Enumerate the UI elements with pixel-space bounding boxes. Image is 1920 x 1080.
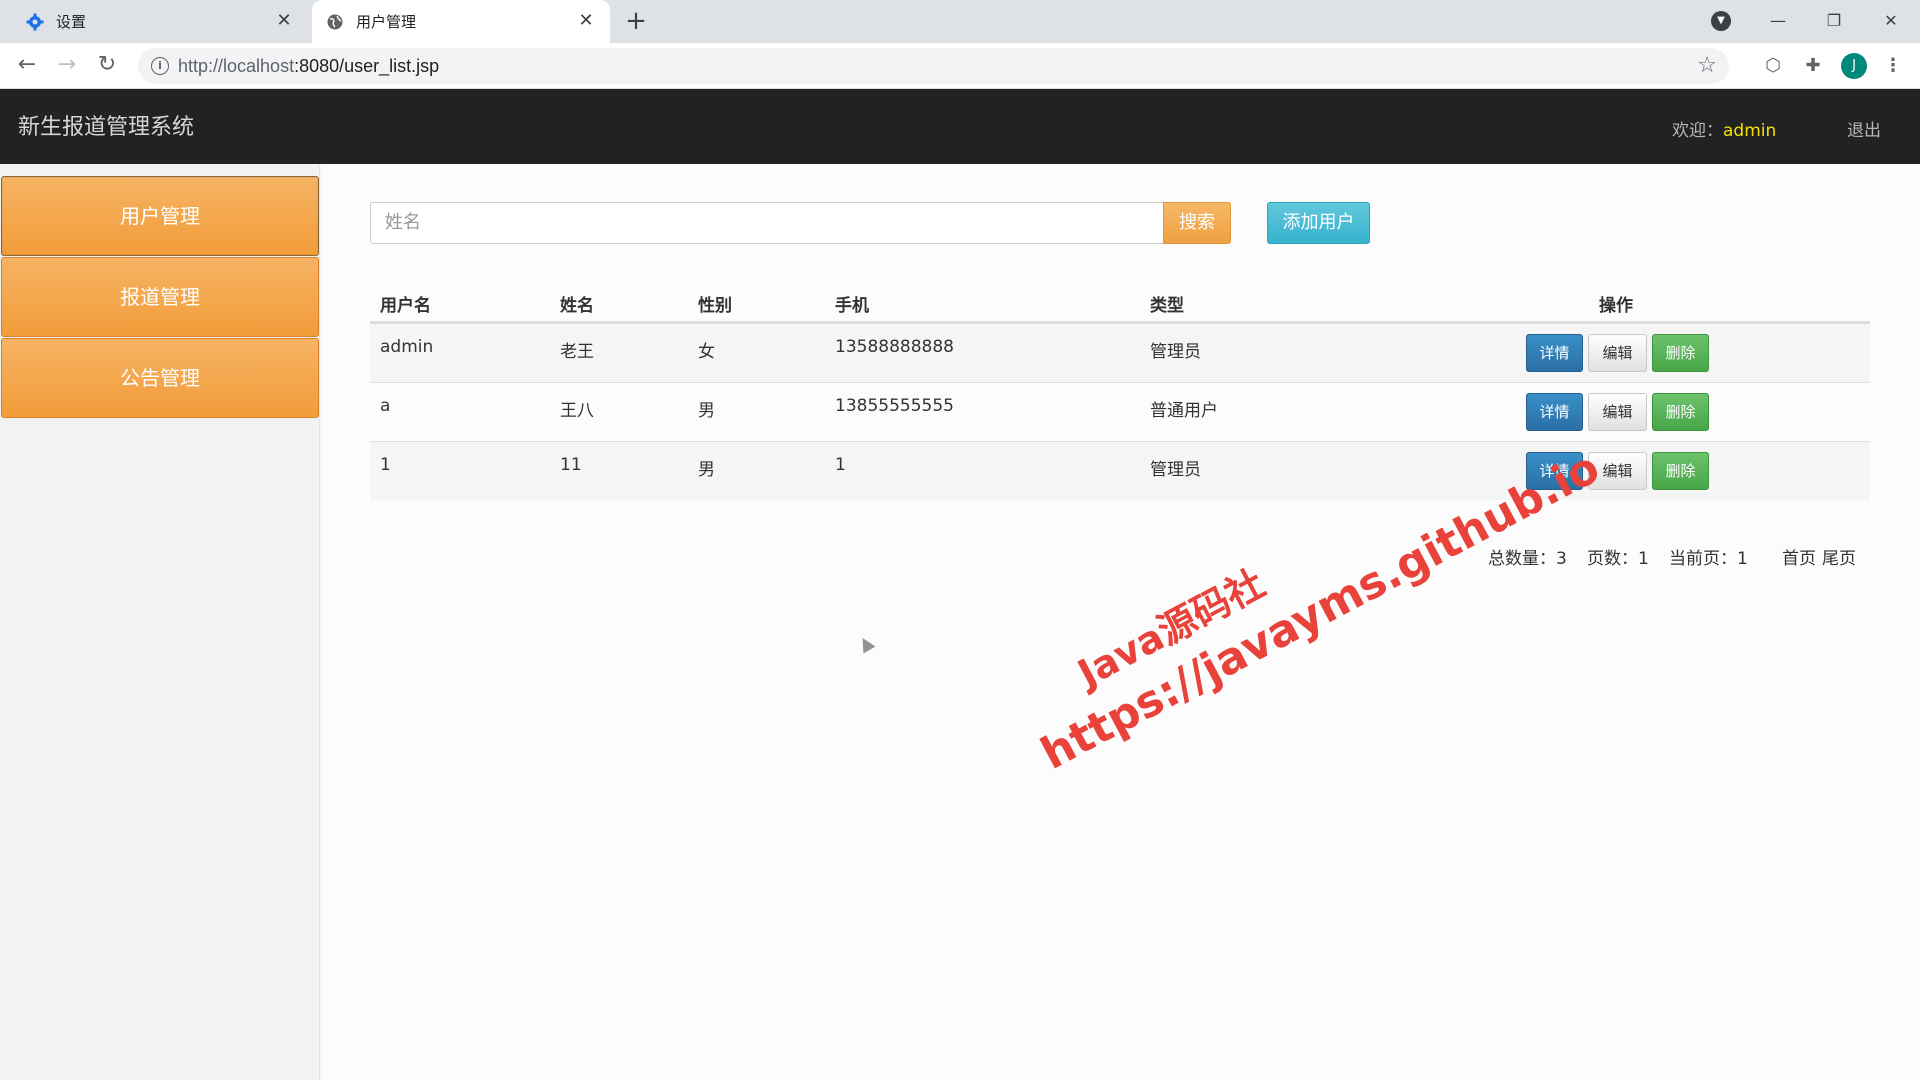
cell-username: admin xyxy=(380,337,434,357)
browser-toolbar: ← → ↻ i http://localhost:8080/user_list.… xyxy=(0,43,1920,89)
detail-button[interactable]: 详情 xyxy=(1526,452,1583,490)
search-button[interactable]: 搜索 xyxy=(1163,202,1231,244)
edit-button[interactable]: 编辑 xyxy=(1588,334,1647,372)
total-count: 总数量：3 xyxy=(1488,549,1567,569)
puzzle-icon[interactable]: ✚ xyxy=(1801,54,1825,78)
avatar[interactable]: J xyxy=(1841,53,1867,79)
table-row: a 王八 男 13855555555 普通用户 详情 编辑 删除 xyxy=(370,382,1870,441)
column-header-username: 用户名 xyxy=(380,296,431,316)
sidebar-item-notice-management[interactable]: 公告管理 xyxy=(1,338,319,418)
cell-gender: 女 xyxy=(698,342,715,362)
sidebar-item-report-management[interactable]: 报道管理 xyxy=(1,257,319,337)
menu-dots-icon[interactable]: ⋮ xyxy=(1881,54,1905,78)
user-table: 用户名 姓名 性别 手机 类型 操作 admin 老王 女 1358888888… xyxy=(370,280,1870,500)
cell-type: 管理员 xyxy=(1150,342,1201,362)
reload-icon[interactable]: ↻ xyxy=(92,51,122,81)
current-page: 当前页：1 xyxy=(1669,549,1748,569)
detail-button[interactable]: 详情 xyxy=(1526,393,1583,431)
main-content: 姓名 搜索 添加用户 用户名 姓名 性别 手机 类型 操作 admin 老王 女… xyxy=(321,164,1920,1080)
cell-type: 普通用户 xyxy=(1150,401,1218,421)
sidebar: 用户管理 报道管理 公告管理 xyxy=(0,164,320,1080)
cell-gender: 男 xyxy=(698,401,715,421)
back-icon[interactable]: ← xyxy=(12,51,42,81)
welcome-text: 欢迎：admin xyxy=(1672,121,1777,141)
cell-phone: 13855555555 xyxy=(835,396,954,416)
cell-phone: 13588888888 xyxy=(835,337,954,357)
tab-settings[interactable]: 设置 ✕ xyxy=(0,0,308,43)
delete-button[interactable]: 删除 xyxy=(1652,334,1709,372)
table-header: 用户名 姓名 性别 手机 类型 操作 xyxy=(370,280,1870,323)
new-tab-button[interactable]: + xyxy=(622,8,650,36)
close-icon[interactable]: ✕ xyxy=(274,11,294,31)
add-user-button[interactable]: 添加用户 xyxy=(1267,202,1370,244)
url-text: http://localhost:8080/user_list.jsp xyxy=(178,56,440,76)
page-count: 页数：1 xyxy=(1587,549,1649,569)
info-icon[interactable]: i xyxy=(151,57,169,75)
extension-hex-icon[interactable]: ⬡ xyxy=(1761,54,1785,78)
tab-title: 设置 xyxy=(56,13,87,31)
cell-name: 11 xyxy=(560,455,582,475)
last-page-link[interactable]: 尾页 xyxy=(1822,544,1856,569)
window-close-icon[interactable]: ✕ xyxy=(1876,6,1906,36)
minimize-icon[interactable]: — xyxy=(1763,6,1793,36)
column-header-type: 类型 xyxy=(1150,296,1184,316)
sidebar-item-user-management[interactable]: 用户管理 xyxy=(1,176,319,256)
close-icon[interactable]: ✕ xyxy=(576,11,596,31)
logout-link[interactable]: 退出 xyxy=(1847,116,1881,141)
cell-username: 1 xyxy=(380,455,391,475)
tab-search-icon[interactable]: ▼ xyxy=(1711,11,1731,31)
globe-icon xyxy=(326,13,344,31)
current-username: admin xyxy=(1723,121,1777,141)
brand-title: 新生报道管理系统 xyxy=(18,115,195,140)
cell-name: 王八 xyxy=(560,401,594,421)
detail-button[interactable]: 详情 xyxy=(1526,334,1583,372)
restore-icon[interactable]: ❐ xyxy=(1819,6,1849,36)
table-row: 1 11 男 1 管理员 详情 编辑 删除 xyxy=(370,441,1870,500)
cell-name: 老王 xyxy=(560,342,594,362)
column-header-gender: 性别 xyxy=(698,296,732,316)
delete-button[interactable]: 删除 xyxy=(1652,393,1709,431)
delete-button[interactable]: 删除 xyxy=(1652,452,1709,490)
gear-icon xyxy=(26,13,44,31)
cell-type: 管理员 xyxy=(1150,460,1201,480)
column-header-phone: 手机 xyxy=(835,296,869,316)
address-bar[interactable]: i http://localhost:8080/user_list.jsp ☆ xyxy=(138,48,1729,84)
table-row: admin 老王 女 13588888888 管理员 详情 编辑 删除 xyxy=(370,323,1870,382)
tab-user-management[interactable]: 用户管理 ✕ xyxy=(312,0,610,43)
bookmark-star-icon[interactable]: ☆ xyxy=(1697,53,1717,78)
browser-tabstrip: 设置 ✕ 用户管理 ✕ + ▼ — ❐ ✕ xyxy=(0,0,1920,43)
mouse-cursor-icon xyxy=(856,634,876,654)
edit-button[interactable]: 编辑 xyxy=(1588,393,1647,431)
cell-gender: 男 xyxy=(698,460,715,480)
column-header-name: 姓名 xyxy=(560,296,594,316)
tab-title: 用户管理 xyxy=(356,13,417,31)
column-header-actions: 操作 xyxy=(1599,296,1633,316)
cell-username: a xyxy=(380,396,391,416)
first-page-link[interactable]: 首页 xyxy=(1782,544,1816,569)
edit-button[interactable]: 编辑 xyxy=(1588,452,1647,490)
forward-icon[interactable]: → xyxy=(52,51,82,81)
cell-phone: 1 xyxy=(835,455,846,475)
app-header: 新生报道管理系统 欢迎：admin 退出 xyxy=(0,89,1920,164)
search-input[interactable]: 姓名 xyxy=(370,202,1164,244)
